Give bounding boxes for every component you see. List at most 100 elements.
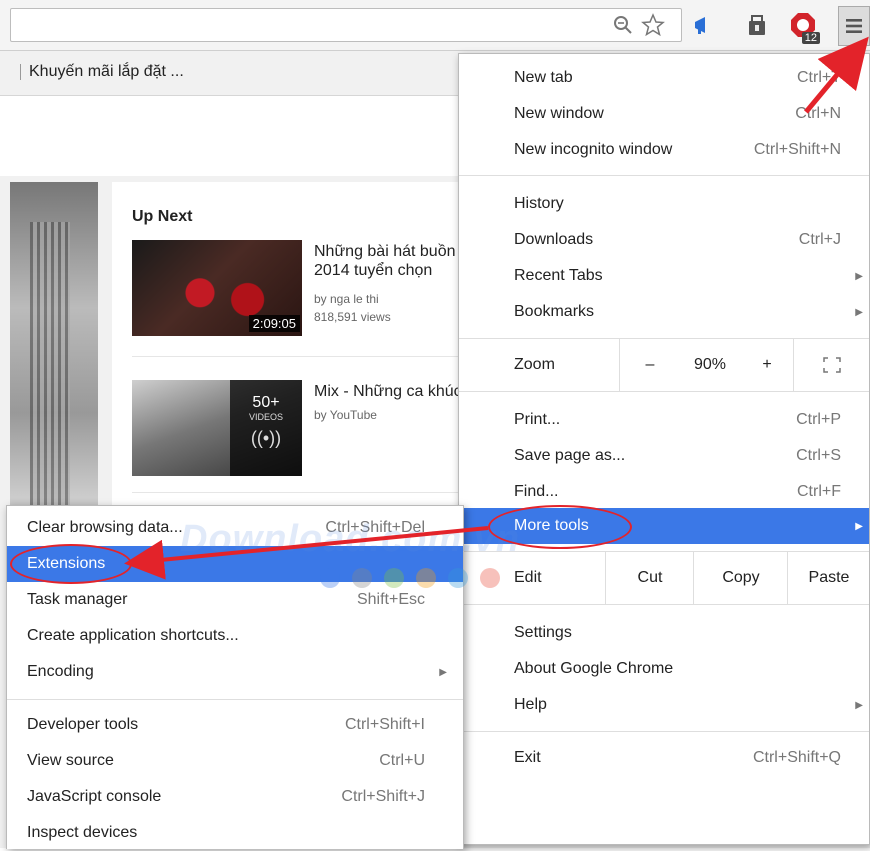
radio-waves-icon: ((•)) (250, 428, 282, 448)
menu-divider (459, 731, 869, 732)
recommendation-item[interactable]: 50+ VIDEOS ((•)) Mix - Những ca khúc by … (132, 380, 462, 480)
menu-item-label: Print... (514, 411, 561, 428)
submenu-arrow-icon: ▶ (855, 270, 863, 282)
bookmark-item[interactable]: Khuyến mãi lắp đặt ... (8, 63, 184, 81)
extension-lock-icon[interactable] (742, 10, 772, 40)
browser-toolbar: 12 (0, 0, 870, 51)
menu-item-new-window[interactable]: New window Ctrl+N (459, 96, 869, 132)
playlist-thumbnail[interactable]: 50+ VIDEOS ((•)) (132, 380, 302, 476)
video-channel: by nga le thi (314, 292, 379, 306)
address-bar[interactable] (10, 8, 682, 42)
zoom-magnifier-icon[interactable] (608, 10, 638, 40)
menu-item-bookmarks[interactable]: Bookmarks ▶ (459, 294, 869, 330)
adblock-extension-icon[interactable]: 12 (788, 10, 820, 44)
submenu-arrow-icon: ▶ (855, 306, 863, 318)
menu-item-exit[interactable]: Exit Ctrl+Shift+Q (459, 740, 869, 776)
menu-item-create-application-shortcuts[interactable]: Create application shortcuts... (7, 618, 463, 654)
menu-item-shortcut: Ctrl+Shift+J (341, 788, 425, 805)
menu-item-label: New tab (514, 69, 573, 86)
menu-item-label: Create application shortcuts... (27, 627, 239, 644)
menu-item-shortcut: Ctrl+P (796, 411, 841, 428)
fullscreen-button[interactable] (793, 339, 870, 391)
menu-item-label: View source (27, 752, 114, 769)
menu-item-view-source[interactable]: View source Ctrl+U (7, 743, 463, 779)
menu-item-more-tools[interactable]: More tools ▶ (459, 508, 869, 544)
menu-item-shortcut: Ctrl+Shift+N (753, 141, 841, 158)
menu-item-encoding[interactable]: Encoding ▶ (7, 654, 463, 690)
menu-item-label: Extensions (27, 555, 106, 572)
menu-item-shortcut: Ctrl+Shift+I (344, 716, 425, 733)
video-title[interactable]: Những bài hát buồn 2014 tuyển chọn (314, 242, 464, 280)
fullscreen-icon (823, 357, 841, 373)
menu-item-label: Find... (514, 483, 559, 500)
menu-item-about-google-chrome[interactable]: About Google Chrome (459, 651, 869, 687)
menu-item-settings[interactable]: Settings (459, 615, 869, 651)
extension-badge: 12 (801, 32, 820, 44)
playlist-count: 50+ (252, 394, 280, 411)
bookmark-item-label: Khuyến mãi lắp đặt ... (29, 63, 184, 80)
video-thumbnail[interactable]: 2:09:05 (132, 240, 302, 336)
video-views: 818,591 views (314, 310, 391, 324)
paste-button[interactable]: Paste (787, 552, 870, 604)
submenu-arrow-icon: ▶ (439, 666, 447, 678)
menu-item-downloads[interactable]: Downloads Ctrl+J (459, 222, 869, 258)
menu-item-developer-tools[interactable]: Developer tools Ctrl+Shift+I (7, 707, 463, 743)
bookmark-folder-icon (8, 64, 21, 80)
menu-item-label: Downloads (514, 231, 594, 248)
menu-item-new-tab[interactable]: New tab Ctrl+T (459, 60, 869, 96)
recommendation-item[interactable]: 2:09:05 Những bài hát buồn 2014 tuyển ch… (132, 240, 462, 340)
menu-item-shortcut: Ctrl+Shift+Q (752, 749, 841, 766)
menu-item-extensions[interactable]: Extensions (7, 546, 463, 582)
menu-item-new-incognito-window[interactable]: New incognito window Ctrl+Shift+N (459, 132, 869, 168)
zoom-in-button[interactable]: + (741, 339, 793, 391)
zoom-level: 90% (693, 356, 727, 373)
menu-item-find[interactable]: Find... Ctrl+F (459, 474, 869, 510)
menu-item-task-manager[interactable]: Task manager Shift+Esc (7, 582, 463, 618)
menu-item-label: Clear browsing data... (27, 519, 183, 536)
menu-divider (459, 391, 869, 392)
menu-item-label: Task manager (27, 591, 128, 608)
zoom-out-button[interactable]: – (619, 339, 680, 391)
menu-item-label: More tools (514, 517, 589, 534)
submenu-arrow-icon: ▶ (855, 699, 863, 711)
menu-item-clear-browsing-data[interactable]: Clear browsing data... Ctrl+Shift+Del (7, 510, 463, 546)
menu-divider (7, 699, 463, 700)
menu-item-label: Encoding (27, 663, 94, 680)
copy-button[interactable]: Copy (693, 552, 788, 604)
menu-item-label: History (514, 195, 564, 212)
bookmark-star-icon[interactable] (638, 10, 668, 40)
menu-item-shortcut: Ctrl+Shift+Del (325, 519, 425, 536)
menu-item-label: Inspect devices (27, 824, 138, 841)
menu-item-label: Help (514, 696, 547, 713)
menu-item-print[interactable]: Print... Ctrl+P (459, 402, 869, 438)
menu-item-shortcut: Ctrl+N (795, 105, 841, 122)
menu-item-help[interactable]: Help ▶ (459, 687, 869, 723)
menu-item-label: Bookmarks (514, 303, 595, 320)
menu-item-label: Settings (514, 624, 572, 641)
cut-button[interactable]: Cut (605, 552, 694, 604)
zoom-row: Zoom – 90% + (459, 339, 869, 391)
menu-item-shortcut: Ctrl+U (379, 752, 425, 769)
hamburger-icon (846, 19, 862, 33)
menu-item-recent-tabs[interactable]: Recent Tabs ▶ (459, 258, 869, 294)
playlist-overlay: 50+ VIDEOS ((•)) (230, 380, 302, 476)
menu-item-javascript-console[interactable]: JavaScript console Ctrl+Shift+J (7, 779, 463, 815)
megaphone-icon[interactable] (688, 10, 718, 40)
menu-item-label: Save page as... (514, 447, 626, 464)
more-tools-submenu: Clear browsing data... Ctrl+Shift+Del Ex… (6, 505, 464, 849)
menu-item-save-page-as[interactable]: Save page as... Ctrl+S (459, 438, 869, 474)
playlist-count-label: VIDEOS (248, 412, 283, 422)
edit-label: Edit (514, 569, 542, 586)
video-duration: 2:09:05 (248, 315, 300, 332)
divider (132, 492, 462, 493)
edit-row: Edit Cut Copy Paste (459, 552, 869, 604)
menu-item-inspect-devices[interactable]: Inspect devices (7, 815, 463, 851)
menu-item-shortcut: Ctrl+J (798, 231, 841, 248)
up-next-heading: Up Next (132, 208, 193, 225)
menu-item-shortcut: Ctrl+T (797, 69, 841, 86)
menu-item-history[interactable]: History (459, 186, 869, 222)
menu-item-label: Recent Tabs (514, 267, 603, 284)
video-title[interactable]: Mix - Những ca khúc (314, 382, 464, 401)
submenu-arrow-icon: ▶ (855, 520, 863, 532)
chrome-menu-button[interactable] (838, 6, 870, 46)
